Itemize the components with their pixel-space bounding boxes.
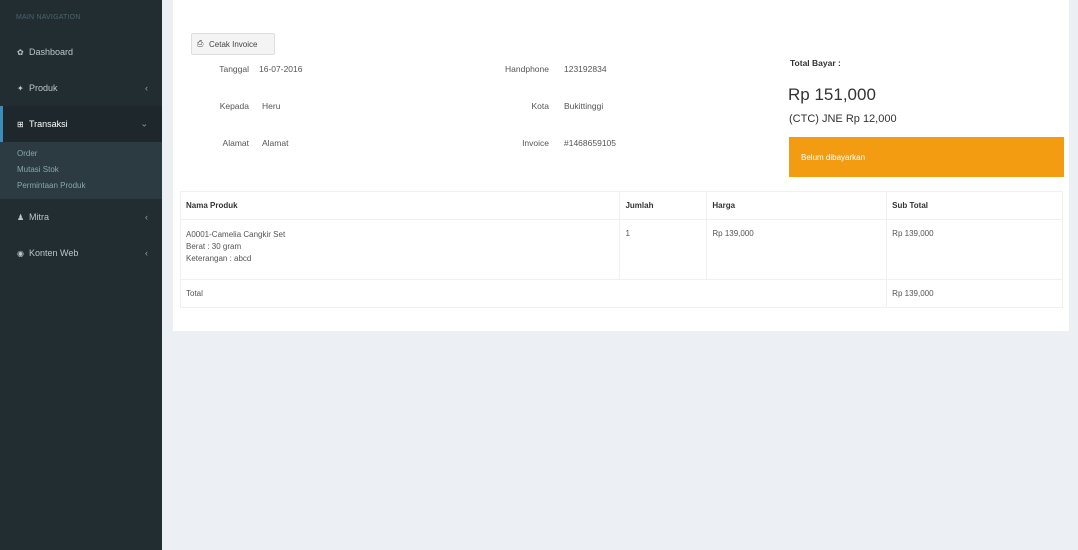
handphone-value: 123192834 [564,64,607,74]
table-total-row: Total Rp 139,000 [179,279,1063,308]
total-bayar-amount: Rp 151,000 [788,85,876,104]
column-header-jumlah: Jumlah [619,191,708,220]
product-weight: Berat : 30 gram [186,242,242,251]
chevron-down-icon: ⌄ [140,118,148,129]
product-icon: ✦ [17,83,24,93]
main-content: ⎙ Cetak Invoice Tanggal 16-07-2016 Kepad… [162,0,1078,550]
user-icon: ♟ [17,212,25,222]
invoice-box: ⎙ Cetak Invoice Tanggal 16-07-2016 Kepad… [173,0,1069,331]
column-header-harga: Harga [706,191,888,220]
sidebar-item-dashboard[interactable]: ✿ Dashboard [0,34,162,70]
chevron-left-icon: ‹ [145,83,148,93]
alamat-value: Alamat [262,138,289,148]
kepada-label: Kepada [219,101,249,111]
total-bayar-label: Total Bayar : [790,58,841,68]
invoice-number: #1468659105 [564,138,617,148]
print-icon: ⎙ [197,39,204,48]
sidebar-item-label: Produk [29,83,58,93]
quantity-cell: 1 [619,219,708,280]
tanggal-label: Tanggal [219,64,249,74]
sidebar-item-label: Dashboard [29,47,74,57]
invoice-label: Invoice [522,138,549,148]
tanggal-value: 16-07-2016 [259,64,303,74]
sidebar-item-transaksi[interactable]: ⊞ Transaksi ⌄ [0,106,162,142]
kepada-value: Heru [262,101,281,111]
chevron-left-icon: ‹ [145,212,148,222]
kota-label: Kota [531,101,550,111]
transaksi-submenu: Order Mutasi Stok Permintaan Produk [0,142,162,199]
sidebar-item-produk[interactable]: ✦ Produk ‹ [0,70,162,106]
nav-header: MAIN NAVIGATION [16,14,81,21]
order-items-table: Nama Produk Jumlah Harga Sub Total A0001… [179,191,1063,308]
submenu-item-mutasi-stok[interactable]: Mutasi Stok [0,162,162,178]
submenu-item-order[interactable]: Order [0,146,162,162]
column-header-nama-produk: Nama Produk [179,191,621,220]
product-cell: A0001-Camelia Cangkir Set Berat : 30 gra… [179,219,621,280]
table-row: A0001-Camelia Cangkir Set Berat : 30 gra… [179,219,1063,280]
dashboard-icon: ✿ [17,47,24,57]
price-cell: Rp 139,000 [706,219,888,280]
shipping-info: (CTC) JNE Rp 12,000 [789,113,897,125]
total-value: Rp 139,000 [886,279,1063,308]
subtotal-cell: Rp 139,000 [886,219,1063,280]
product-note: Keterangan : abcd [186,254,252,263]
sidebar-item-label: Konten Web [29,248,79,258]
table-header-row: Nama Produk Jumlah Harga Sub Total [179,191,1063,220]
kota-value: Bukittinggi [564,101,604,111]
product-name: A0001-Camelia Cangkir Set [186,230,286,239]
column-header-sub-total: Sub Total [886,191,1063,220]
handphone-label: Handphone [505,64,549,74]
cart-icon: ⊞ [17,119,24,129]
sidebar-item-mitra[interactable]: ♟ Mitra ‹ [0,199,162,235]
sidebar-item-label: Mitra [29,212,49,222]
sidebar: MAIN NAVIGATION ✿ Dashboard ✦ Produk ‹ ⊞… [0,0,162,550]
payment-status-badge: Belum dibayarkan [789,137,1064,177]
globe-icon: ◉ [17,248,24,258]
submenu-item-permintaan-produk[interactable]: Permintaan Produk [0,178,162,194]
chevron-left-icon: ‹ [145,248,148,258]
print-invoice-button[interactable]: ⎙ Cetak Invoice [191,33,275,55]
total-label: Total [179,279,888,308]
print-invoice-label: Cetak Invoice [209,39,258,49]
alamat-label: Alamat [222,138,249,148]
sidebar-item-konten-web[interactable]: ◉ Konten Web ‹ [0,235,162,271]
sidebar-item-label: Transaksi [29,119,68,129]
